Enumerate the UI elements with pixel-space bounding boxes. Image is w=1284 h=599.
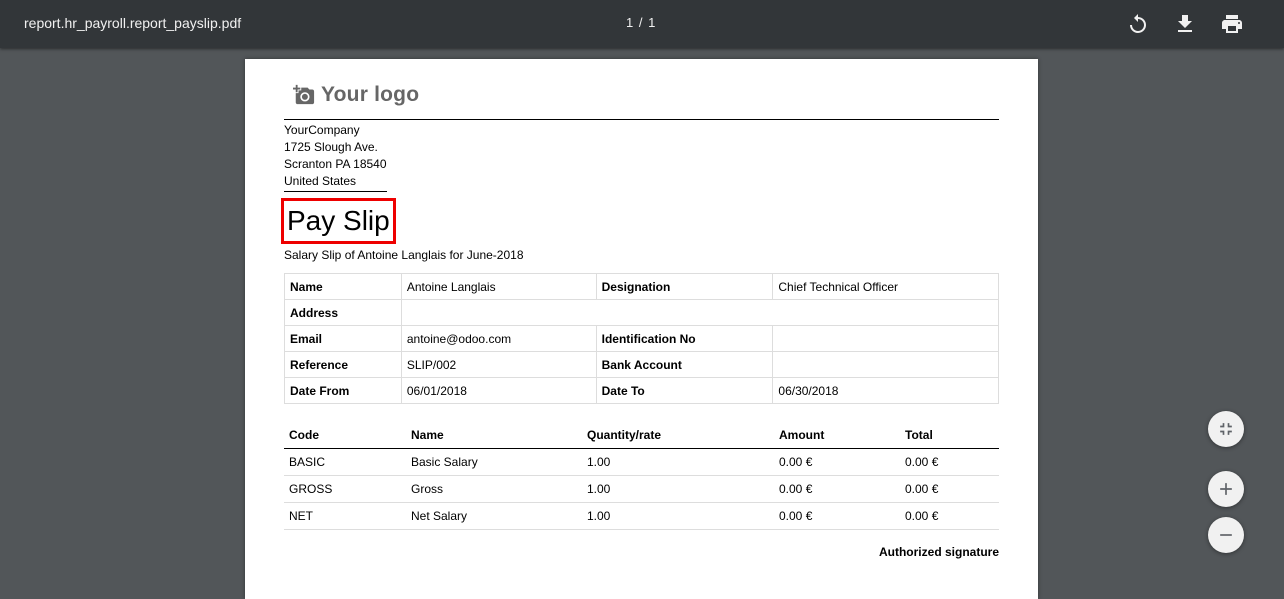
line-amount: 0.00 €	[774, 448, 900, 476]
header-divider	[284, 119, 999, 120]
line-amount: 0.00 €	[774, 502, 900, 530]
payslip-subtitle: Salary Slip of Antoine Langlais for June…	[284, 248, 524, 262]
table-row: GROSS Gross 1.00 0.00 € 0.00 €	[284, 475, 999, 503]
page-title: Pay Slip	[281, 198, 396, 244]
zoom-in-button[interactable]	[1208, 471, 1244, 507]
line-quantity: 1.00	[582, 502, 774, 530]
company-name: YourCompany	[284, 123, 360, 137]
zoom-in-icon	[1220, 483, 1232, 495]
table-row: NET Net Salary 1.00 0.00 € 0.00 €	[284, 502, 999, 530]
authorized-signature: Authorized signature	[878, 545, 999, 559]
reference-label: Reference	[284, 351, 402, 378]
name-label: Name	[284, 273, 402, 300]
date-from-label: Date From	[284, 377, 402, 404]
table-header-row: Code Name Quantity/rate Amount Total	[284, 421, 999, 449]
company-address: YourCompany 1725 Slough Ave. Scranton PA…	[284, 122, 387, 192]
employee-info-table: Name Antoine Langlais Designation Chief …	[284, 273, 1000, 404]
table-row: Email antoine@odoo.com Identification No	[284, 325, 999, 352]
reference-value: SLIP/002	[400, 351, 597, 378]
rotate-button[interactable]	[1126, 12, 1150, 36]
column-header: Code	[284, 421, 406, 449]
rotate-icon	[1130, 14, 1146, 33]
camera-icon	[293, 84, 315, 105]
table-row: BASIC Basic Salary 1.00 0.00 € 0.00 €	[284, 448, 999, 476]
column-header: Quantity/rate	[582, 421, 774, 449]
column-header: Amount	[774, 421, 900, 449]
pdf-page: Your logo YourCompany 1725 Slough Ave. S…	[245, 59, 1038, 599]
zoom-out-icon	[1220, 534, 1232, 536]
address-street: 1725 Slough Ave.	[284, 140, 378, 154]
email-label: Email	[284, 325, 402, 352]
line-code: BASIC	[284, 448, 406, 476]
line-quantity: 1.00	[582, 448, 774, 476]
address-value	[400, 299, 1000, 326]
designation-label: Designation	[595, 273, 774, 300]
table-row: Name Antoine Langlais Designation Chief …	[284, 273, 999, 300]
pdf-toolbar: report.hr_payroll.report_payslip.pdf 1 /…	[0, 0, 1284, 48]
line-code: NET	[284, 502, 406, 530]
address-country: United States	[284, 173, 387, 192]
column-header: Name	[406, 421, 582, 449]
column-header: Total	[900, 421, 999, 449]
line-name: Gross	[406, 475, 582, 503]
line-total: 0.00 €	[900, 502, 999, 530]
date-from-value: 06/01/2018	[400, 377, 597, 404]
company-logo: Your logo	[293, 83, 419, 107]
address-city: Scranton PA 18540	[284, 157, 387, 171]
address-label: Address	[284, 299, 402, 326]
line-total: 0.00 €	[900, 448, 999, 476]
email-value: antoine@odoo.com	[400, 325, 597, 352]
identification-value	[772, 325, 999, 352]
bank-account-label: Bank Account	[595, 351, 774, 378]
designation-value: Chief Technical Officer	[772, 273, 999, 300]
line-quantity: 1.00	[582, 475, 774, 503]
line-total: 0.00 €	[900, 475, 999, 503]
fit-page-button[interactable]	[1208, 411, 1244, 447]
table-row: Date From 06/01/2018 Date To 06/30/2018	[284, 377, 999, 404]
line-name: Basic Salary	[406, 448, 582, 476]
line-name: Net Salary	[406, 502, 582, 530]
identification-label: Identification No	[595, 325, 774, 352]
logo-text: Your logo	[321, 83, 420, 106]
fit-page-icon	[1220, 423, 1232, 435]
document-title: report.hr_payroll.report_payslip.pdf	[24, 15, 242, 31]
date-to-value: 06/30/2018	[772, 377, 999, 404]
line-code: GROSS	[284, 475, 406, 503]
salary-lines-table: Code Name Quantity/rate Amount Total BAS…	[284, 421, 999, 530]
print-icon	[1222, 15, 1242, 33]
line-amount: 0.00 €	[774, 475, 900, 503]
page-indicator: 1 / 1	[626, 15, 657, 30]
print-button[interactable]	[1220, 12, 1244, 36]
download-button[interactable]	[1173, 12, 1197, 36]
name-value: Antoine Langlais	[400, 273, 597, 300]
zoom-out-button[interactable]	[1208, 517, 1244, 553]
table-row: Address	[284, 299, 1000, 326]
download-icon	[1178, 15, 1192, 32]
bank-account-value	[772, 351, 999, 378]
table-row: Reference SLIP/002 Bank Account	[284, 351, 999, 378]
date-to-label: Date To	[595, 377, 774, 404]
